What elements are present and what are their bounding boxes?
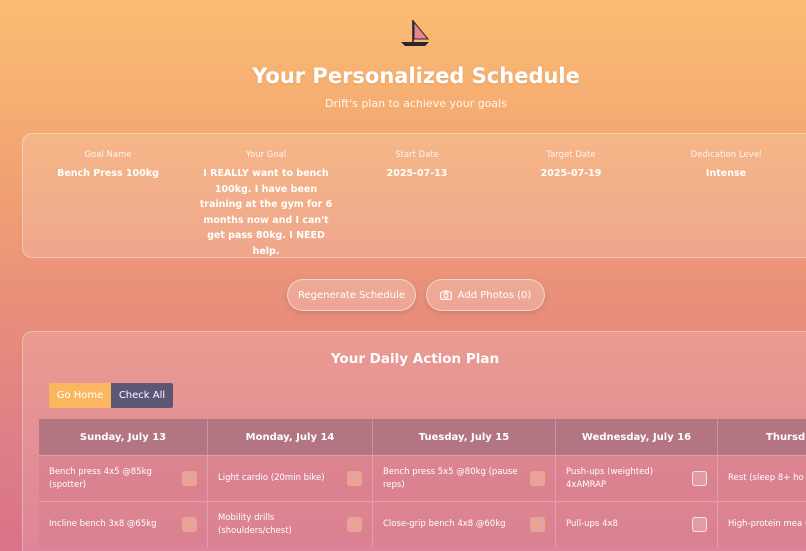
task-checkbox-checked[interactable]	[182, 471, 197, 486]
daily-action-plan-card: Your Daily Action Plan Go Home Check All…	[22, 331, 806, 551]
daily-action-plan-title: Your Daily Action Plan	[330, 351, 500, 367]
target-date-field: Target Date 2025-07-19	[507, 150, 635, 182]
camera-icon	[439, 290, 452, 300]
task-text: Close-grip bench 4x8 @60kg	[383, 519, 506, 530]
task-cell: Push-ups (weighted) 4xAMRAP	[556, 455, 718, 501]
task-text: Incline bench 3x8 @65kg	[49, 519, 157, 530]
page-title: Your Personalized Schedule	[252, 64, 580, 88]
checkmark-icon	[185, 474, 194, 483]
add-photos-button[interactable]: Add Photos (0)	[426, 279, 545, 311]
goal-name-value: Bench Press 100kg	[57, 168, 159, 179]
dedication-level-field: Dedication Level Intense	[661, 150, 791, 182]
your-goal-label: Your Goal	[245, 150, 287, 160]
page-subtitle: Drift's plan to achieve your goals	[325, 97, 507, 110]
day-header: Monday, July 14	[208, 419, 373, 455]
regenerate-schedule-label: Regenerate Schedule	[297, 289, 406, 301]
your-goal-value: I REALLY want to bench 100kg. I have bee…	[199, 168, 333, 257]
task-checkbox-unchecked[interactable]	[692, 471, 707, 486]
start-date-label: Start Date	[395, 150, 439, 160]
target-date-value: 2025-07-19	[540, 168, 602, 179]
sailboat-logo-icon	[401, 20, 430, 46]
task-text: High-protein mea (1.8g/kg)	[728, 519, 806, 530]
checkmark-icon	[350, 520, 359, 529]
start-date-field: Start Date 2025-07-13	[353, 150, 481, 182]
task-checkbox-checked[interactable]	[530, 471, 545, 486]
day-column-wednesday: Wednesday, July 16 Push-ups (weighted) 4…	[556, 419, 718, 547]
checkmark-icon	[350, 474, 359, 483]
day-header: Wednesday, July 16	[556, 419, 718, 455]
task-cell: Rest (sleep 8+ ho	[718, 455, 806, 501]
task-text: Bench press 4x5 @85kg (spotter)	[49, 467, 152, 490]
day-column-tuesday: Tuesday, July 15 Bench press 5x5 @80kg (…	[373, 419, 556, 547]
day-header: Thursd	[718, 419, 806, 455]
task-text: Rest (sleep 8+ ho	[728, 473, 804, 484]
task-checkbox-checked[interactable]	[347, 517, 362, 532]
task-text: Light cardio (20min bike)	[218, 473, 325, 484]
day-column-monday: Monday, July 14 Light cardio (20min bike…	[208, 419, 373, 547]
goal-name-field: Goal Name Bench Press 100kg	[43, 150, 173, 182]
your-goal-field: Your Goal I REALLY want to bench 100kg. …	[195, 150, 337, 259]
task-text: Push-ups (weighted) 4xAMRAP	[566, 467, 654, 490]
task-checkbox-checked[interactable]	[182, 517, 197, 532]
task-text: Bench press 5x5 @80kg (pause reps)	[383, 467, 518, 490]
start-date-value: 2025-07-13	[386, 168, 448, 179]
dedication-level-label: Dedication Level	[690, 150, 762, 160]
task-checkbox-checked[interactable]	[347, 471, 362, 486]
task-cell: High-protein mea (1.8g/kg)	[718, 501, 806, 547]
checkmark-icon	[533, 474, 542, 483]
day-column-sunday: Sunday, July 13 Bench press 4x5 @85kg (s…	[39, 419, 208, 547]
task-cell: Bench press 4x5 @85kg (spotter)	[39, 455, 208, 501]
task-text: Mobility drills (shoulders/chest)	[218, 513, 292, 536]
dedication-level-value: Intense	[705, 168, 747, 179]
day-column-thursday: Thursd Rest (sleep 8+ ho High-protein me…	[718, 419, 806, 547]
task-checkbox-unchecked[interactable]	[692, 517, 707, 532]
go-home-button[interactable]: Go Home	[49, 383, 111, 408]
task-cell: Close-grip bench 4x8 @60kg	[373, 501, 556, 547]
add-photos-label: Add Photos (0)	[457, 289, 532, 301]
goal-name-label: Goal Name	[84, 150, 132, 160]
target-date-label: Target Date	[546, 150, 596, 160]
task-cell: Light cardio (20min bike)	[208, 455, 373, 501]
regenerate-schedule-button[interactable]: Regenerate Schedule	[287, 279, 416, 311]
goal-summary-card: Goal Name Bench Press 100kg Your Goal I …	[22, 133, 806, 258]
task-cell: Incline bench 3x8 @65kg	[39, 501, 208, 547]
task-text: Pull-ups 4x8	[566, 519, 618, 530]
task-cell: Bench press 5x5 @80kg (pause reps)	[373, 455, 556, 501]
task-cell: Mobility drills (shoulders/chest)	[208, 501, 373, 547]
task-checkbox-checked[interactable]	[530, 517, 545, 532]
checkmark-icon	[533, 520, 542, 529]
checkmark-icon	[185, 520, 194, 529]
day-header: Sunday, July 13	[39, 419, 208, 455]
check-all-button[interactable]: Check All	[111, 383, 173, 408]
day-header: Tuesday, July 15	[373, 419, 556, 455]
task-cell: Pull-ups 4x8	[556, 501, 718, 547]
